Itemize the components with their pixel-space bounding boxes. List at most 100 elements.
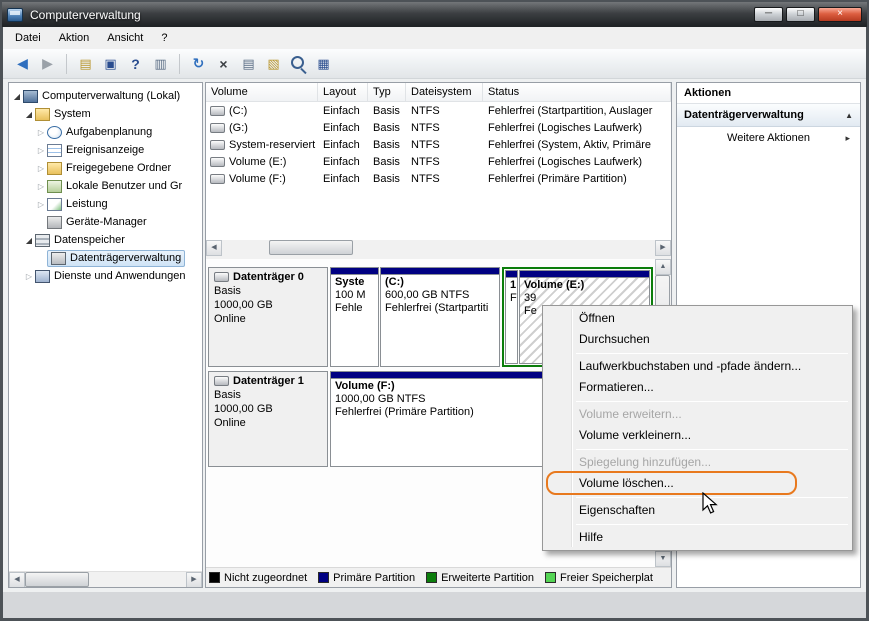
menu-item-eigenschaften[interactable]: Eigenschaften bbox=[545, 500, 850, 521]
expander-icon[interactable]: ◢ bbox=[23, 236, 35, 245]
column-header-dateisystem[interactable]: Dateisystem bbox=[406, 83, 483, 101]
partition-info: F bbox=[510, 292, 517, 304]
open-folder-icon[interactable]: ▧ bbox=[262, 53, 285, 75]
volume-row[interactable]: (G:) Einfach Basis NTFS Fehlerfrei (Logi… bbox=[206, 119, 671, 136]
menu-aktion[interactable]: Aktion bbox=[50, 29, 99, 47]
partition-g[interactable]: 1 F bbox=[505, 270, 518, 364]
partition-name: Syste bbox=[335, 276, 365, 288]
scrollbar-thumb[interactable] bbox=[269, 240, 353, 255]
menu-datei[interactable]: Datei bbox=[6, 29, 50, 47]
volume-row[interactable]: System-reserviert Einfach Basis NTFS Feh… bbox=[206, 136, 671, 153]
volume-filesystem: NTFS bbox=[411, 172, 440, 185]
menu-separator bbox=[576, 401, 848, 402]
tree-horizontal-scrollbar[interactable]: ◀ ▶ bbox=[9, 571, 202, 587]
tree-item-label: Computerverwaltung (Lokal) bbox=[42, 90, 181, 102]
column-header-volume[interactable]: Volume bbox=[206, 83, 318, 101]
tree-item-datenspeicher[interactable]: ◢ Datenspeicher bbox=[9, 231, 202, 249]
tree-item-system[interactable]: ◢ System bbox=[9, 105, 202, 123]
menu-item-hilfe[interactable]: Hilfe bbox=[545, 527, 850, 548]
menu-ansicht[interactable]: Ansicht bbox=[98, 29, 152, 47]
script-icon[interactable]: ▦ bbox=[312, 53, 335, 75]
console-tree-panel: ◢ Computerverwaltung (Lokal) ◢ System ▷ … bbox=[8, 82, 203, 588]
expander-icon[interactable]: ▷ bbox=[35, 200, 47, 209]
drive-icon bbox=[210, 139, 225, 150]
scrollbar-thumb[interactable] bbox=[25, 572, 89, 587]
volume-name: (G:) bbox=[229, 121, 248, 134]
search-icon[interactable] bbox=[287, 53, 310, 75]
scroll-left-icon[interactable]: ◀ bbox=[206, 240, 222, 256]
scroll-left-icon[interactable]: ◀ bbox=[9, 572, 25, 587]
menu-item-volume-verkleinern[interactable]: Volume verkleinern... bbox=[545, 425, 850, 446]
tree-item-computerverwaltung[interactable]: ◢ Computerverwaltung (Lokal) bbox=[9, 87, 202, 105]
tree-item-lokale-benutzer[interactable]: ▷ Lokale Benutzer und Gr bbox=[9, 177, 202, 195]
primary-partition-color-swatch bbox=[318, 572, 330, 583]
export-list-icon[interactable]: ▤ bbox=[74, 53, 97, 75]
menu-separator bbox=[576, 449, 848, 450]
menu-item-spiegelung-hinzufuegen: Spiegelung hinzufügen... bbox=[579, 455, 712, 469]
volume-row[interactable]: (C:) Einfach Basis NTFS Fehlerfrei (Star… bbox=[206, 102, 671, 119]
weitere-aktionen-item[interactable]: Weitere Aktionen ▸ bbox=[677, 127, 860, 149]
tree-item-aufgabenplanung[interactable]: ▷ Aufgabenplanung bbox=[9, 123, 202, 141]
expander-icon[interactable]: ◢ bbox=[11, 92, 23, 101]
tree-item-geraete-manager[interactable]: Geräte-Manager bbox=[9, 213, 202, 231]
forward-icon[interactable]: ▶ bbox=[36, 53, 59, 75]
column-header-typ[interactable]: Typ bbox=[368, 83, 406, 101]
disk-0-label[interactable]: Datenträger 0 Basis 1000,00 GB Online bbox=[208, 267, 328, 367]
menu-item-durchsuchen[interactable]: Durchsuchen bbox=[545, 329, 850, 350]
properties-icon[interactable]: ▤ bbox=[237, 53, 260, 75]
menu-item-formatieren[interactable]: Formatieren... bbox=[545, 377, 850, 398]
volume-layout: Einfach bbox=[323, 155, 360, 168]
tree-item-dienste-und-anwendungen[interactable]: ▷ Dienste und Anwendungen bbox=[9, 267, 202, 285]
column-header-layout[interactable]: Layout bbox=[318, 83, 368, 101]
scroll-down-icon[interactable]: ▼ bbox=[655, 551, 671, 567]
partition-legend: Nicht zugeordnet Primäre Partition Erwei… bbox=[206, 567, 671, 587]
tree-item-label: Aufgabenplanung bbox=[66, 126, 153, 138]
titlebar[interactable]: Computerverwaltung ─ □ × bbox=[2, 2, 867, 27]
expander-icon[interactable]: ◢ bbox=[23, 110, 35, 119]
console-window-icon[interactable]: ▥ bbox=[149, 53, 172, 75]
partition-c[interactable]: (C:) 600,00 GB NTFS Fehlerfrei (Startpar… bbox=[380, 267, 500, 367]
maximize-button[interactable]: □ bbox=[786, 7, 815, 22]
minimize-button[interactable]: ─ bbox=[754, 7, 783, 22]
selected-tree-item[interactable]: Datenträgerverwaltung bbox=[47, 249, 186, 267]
menu-item-volume-loeschen[interactable]: Volume löschen... bbox=[545, 471, 850, 495]
menu-hilfe[interactable]: ? bbox=[152, 29, 176, 47]
volume-typ: Basis bbox=[373, 121, 400, 134]
delete-icon[interactable]: × bbox=[212, 53, 235, 75]
tree-item-datentraegerverwaltung[interactable]: Datenträgerverwaltung bbox=[9, 249, 202, 267]
scroll-up-icon[interactable]: ▲ bbox=[655, 259, 671, 275]
show-console-tree-icon[interactable]: ▣ bbox=[99, 53, 122, 75]
help-icon[interactable]: ? bbox=[124, 53, 147, 75]
actions-header: Aktionen bbox=[677, 83, 860, 104]
expander-icon[interactable]: ▷ bbox=[35, 128, 47, 137]
volume-list: Volume Layout Typ Dateisystem Status (C:… bbox=[206, 83, 671, 240]
volume-list-horizontal-scrollbar[interactable]: ◀ ▶ bbox=[206, 240, 671, 256]
actions-section-datentraegerverwaltung[interactable]: Datenträgerverwaltung ▲ bbox=[677, 104, 860, 127]
expander-icon[interactable]: ▷ bbox=[35, 182, 47, 191]
menu-item-oeffnen[interactable]: Öffnen bbox=[545, 308, 850, 329]
disk-name: Datenträger 1 bbox=[233, 375, 304, 387]
expander-icon[interactable]: ▷ bbox=[35, 146, 47, 155]
device-manager-icon bbox=[47, 215, 62, 229]
volume-layout: Einfach bbox=[323, 121, 360, 134]
scroll-right-icon[interactable]: ▶ bbox=[186, 572, 202, 587]
refresh-icon[interactable]: ↻ bbox=[187, 53, 210, 75]
column-header-status[interactable]: Status bbox=[483, 83, 671, 101]
back-icon[interactable]: ◀ bbox=[11, 53, 34, 75]
scroll-right-icon[interactable]: ▶ bbox=[655, 240, 671, 256]
toolbar: ◀ ▶ ▤ ▣ ? ▥ ↻ × ▤ ▧ ▦ bbox=[3, 49, 866, 79]
volume-typ: Basis bbox=[373, 172, 400, 185]
partition-system-reserviert[interactable]: Syste 100 M Fehle bbox=[330, 267, 379, 367]
menu-item-laufwerkbuchstaben[interactable]: Laufwerkbuchstaben und -pfade ändern... bbox=[545, 356, 850, 377]
close-button[interactable]: × bbox=[818, 7, 862, 22]
tree-item-ereignisanzeige[interactable]: ▷ Ereignisanzeige bbox=[9, 141, 202, 159]
volume-row[interactable]: Volume (F:) Einfach Basis NTFS Fehlerfre… bbox=[206, 170, 671, 187]
volume-row[interactable]: Volume (E:) Einfach Basis NTFS Fehlerfre… bbox=[206, 153, 671, 170]
expander-icon[interactable]: ▷ bbox=[23, 272, 35, 281]
disk-1-label[interactable]: Datenträger 1 Basis 1000,00 GB Online bbox=[208, 371, 328, 467]
tree-item-leistung[interactable]: ▷ Leistung bbox=[9, 195, 202, 213]
collapse-chevron-icon[interactable]: ▲ bbox=[845, 111, 853, 120]
expander-icon[interactable]: ▷ bbox=[35, 164, 47, 173]
tree-item-freigegebene-ordner[interactable]: ▷ Freigegebene Ordner bbox=[9, 159, 202, 177]
free-space-color-swatch bbox=[545, 572, 557, 583]
